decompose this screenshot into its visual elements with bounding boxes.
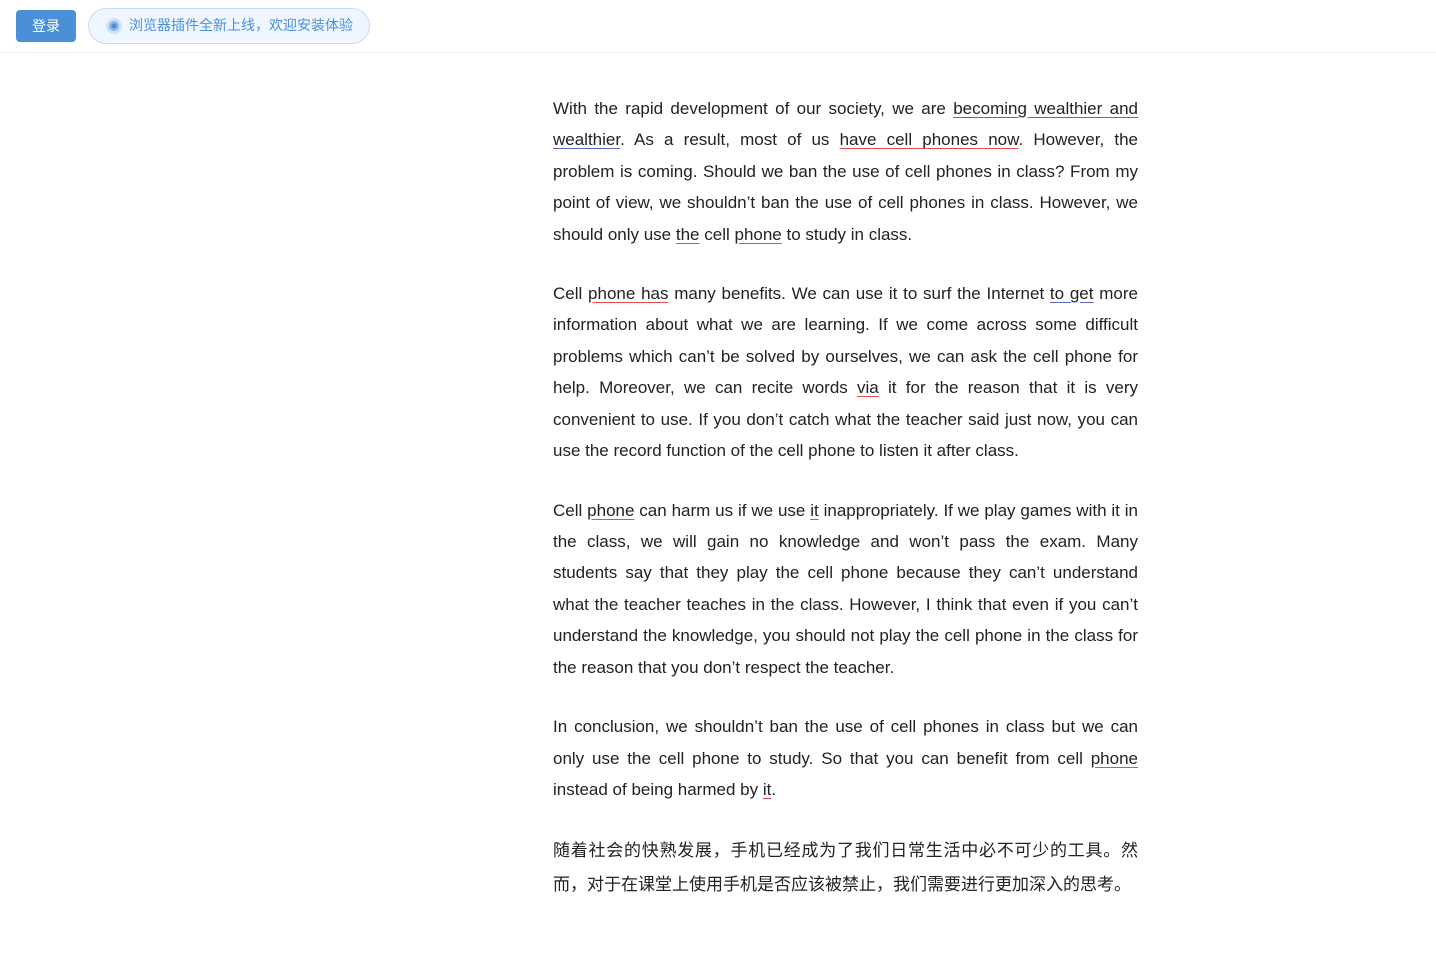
plugin-icon bbox=[105, 17, 123, 35]
para4-start: In conclusion, we shouldn’t ban the use … bbox=[553, 717, 1138, 767]
paragraph-1: With the rapid development of our societ… bbox=[553, 93, 1138, 250]
para3-link-phone: phone bbox=[587, 501, 634, 520]
login-button[interactable]: 登录 bbox=[16, 10, 76, 42]
para1-mid1: . As a result, most of us bbox=[620, 130, 839, 149]
para2-start: Cell bbox=[553, 284, 588, 303]
para3-mid2: inappropriately. If we play games with i… bbox=[553, 501, 1138, 677]
paragraph-3: Cell phone can harm us if we use it inap… bbox=[553, 495, 1138, 684]
para1-mid3: cell bbox=[700, 225, 735, 244]
para1-start: With the rapid development of our societ… bbox=[553, 99, 953, 118]
para2-mid1: many benefits. We can use it to surf the… bbox=[668, 284, 1049, 303]
topbar: 登录 浏览器插件全新上线，欢迎安装体验 bbox=[0, 0, 1436, 53]
para3-link-it: it bbox=[810, 501, 819, 520]
para4-link-phone: phone bbox=[1091, 749, 1138, 768]
para4-period: . bbox=[771, 780, 776, 799]
main-content: With the rapid development of our societ… bbox=[268, 53, 1168, 970]
para3-mid1: can harm us if we use bbox=[634, 501, 810, 520]
paragraph-4: In conclusion, we shouldn’t ban the use … bbox=[553, 711, 1138, 805]
para4-end: instead of being harmed by bbox=[553, 780, 763, 799]
para3-start: Cell bbox=[553, 501, 587, 520]
para1-link-have: have cell phones now bbox=[840, 130, 1019, 149]
plugin-banner-label: 浏览器插件全新上线，欢迎安装体验 bbox=[129, 14, 353, 38]
paragraph-2: Cell phone has many benefits. We can use… bbox=[553, 278, 1138, 467]
para2-link-phone-has: phone has bbox=[588, 284, 668, 303]
para2-link-to-get: to get bbox=[1050, 284, 1094, 303]
plugin-banner[interactable]: 浏览器插件全新上线，欢迎安装体验 bbox=[88, 8, 370, 44]
para2-link-via: via bbox=[857, 378, 879, 397]
para1-end: to study in class. bbox=[782, 225, 912, 244]
para1-link-phone: phone bbox=[734, 225, 781, 244]
paragraph-5-chinese: 随着社会的快熟发展，手机已经成为了我们日常生活中必不可少的工具。然而，对于在课堂… bbox=[553, 834, 1138, 902]
para1-link-the: the bbox=[676, 225, 700, 244]
